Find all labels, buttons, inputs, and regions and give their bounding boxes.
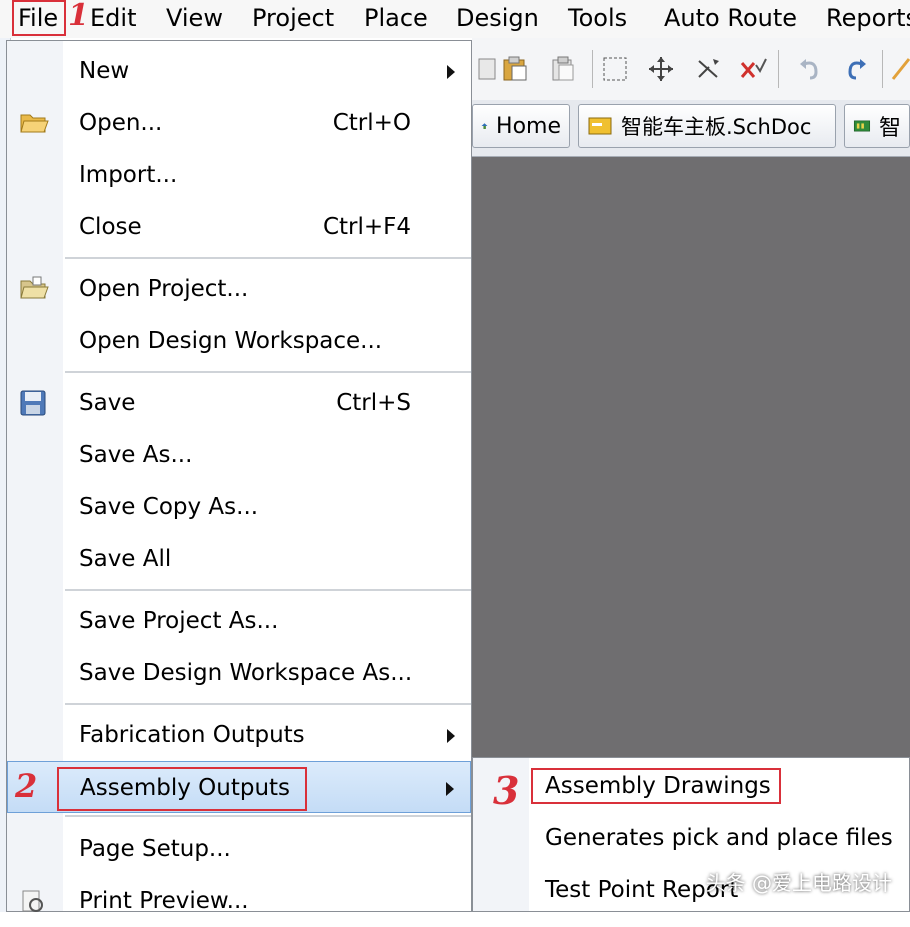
menu-item-label: Generates pick and place files <box>545 825 893 851</box>
cross-probe-icon[interactable] <box>886 54 910 84</box>
tab-schematic[interactable]: 智能车主板.SchDoc <box>578 104 836 148</box>
menu-project[interactable]: Project <box>252 2 334 34</box>
toolbar <box>472 38 910 101</box>
tab-schematic-label: 智能车主板.SchDoc <box>621 115 812 139</box>
menu-item-label: New <box>79 58 130 84</box>
menu-item-print-preview[interactable]: Print Preview... <box>7 875 471 927</box>
menu-view[interactable]: View <box>166 2 223 34</box>
menu-item-label: Save Project As... <box>79 608 279 634</box>
menu-item-open-project[interactable]: Open Project... <box>7 263 471 315</box>
menu-item-label: Open Design Workspace... <box>79 328 383 354</box>
menu-design[interactable]: Design <box>456 2 539 34</box>
menu-item-label: Import... <box>79 162 178 188</box>
submenu-arrow-icon <box>446 782 454 796</box>
open-project-icon <box>19 275 49 303</box>
menu-shortcut: Ctrl+O <box>332 110 411 136</box>
menu-item-save-all[interactable]: Save All <box>7 533 471 585</box>
print-preview-icon <box>19 887 49 915</box>
open-folder-icon <box>19 109 49 137</box>
menu-item-open[interactable]: Open... Ctrl+O <box>7 97 471 149</box>
menu-item-label: Open Project... <box>79 276 249 302</box>
menu-item-label: Save Copy As... <box>79 494 259 520</box>
assembly-outputs-annotation-box <box>57 767 307 811</box>
file-menu: New Open... Ctrl+O Import... Close Ctrl+… <box>6 40 472 914</box>
deselect-icon[interactable] <box>694 54 724 84</box>
menubar: File Edit View Project Place Design Tool… <box>0 0 910 38</box>
menu-reports[interactable]: Reports <box>826 2 910 34</box>
menu-separator <box>65 815 471 817</box>
menu-separator <box>65 257 471 259</box>
schematic-doc-icon <box>588 117 612 135</box>
menu-shortcut: Ctrl+F4 <box>322 214 411 240</box>
menu-item-save-project-as[interactable]: Save Project As... <box>7 595 471 647</box>
document-tabs: Home 智能车主板.SchDoc 智 <box>472 100 910 157</box>
menu-item-page-setup[interactable]: Page Setup... <box>7 823 471 875</box>
menu-item-import[interactable]: Import... <box>7 149 471 201</box>
menu-item-label: Save All <box>79 546 172 572</box>
submenu-arrow-icon <box>447 729 455 743</box>
menu-place[interactable]: Place <box>364 2 428 34</box>
menu-item-save[interactable]: Save Ctrl+S <box>7 377 471 429</box>
redo-icon[interactable] <box>842 54 872 84</box>
menu-item-generates-pick-and-place-files[interactable]: Generates pick and place files <box>473 812 909 864</box>
tab-home-label: Home <box>496 113 561 139</box>
design-workspace <box>472 157 910 757</box>
menu-tools[interactable]: Tools <box>568 2 627 34</box>
copy-icon[interactable] <box>472 54 502 84</box>
tab-pcb-label: 智 <box>878 116 901 141</box>
annotation-step-2: 2 <box>15 767 38 805</box>
menu-separator <box>65 371 471 373</box>
menu-item-save-copy-as[interactable]: Save Copy As... <box>7 481 471 533</box>
paste-icon[interactable] <box>500 54 530 84</box>
clear-filter-icon[interactable] <box>738 54 768 84</box>
pcb-doc-icon <box>853 120 871 132</box>
menu-separator <box>65 703 471 705</box>
menu-separator <box>65 589 471 591</box>
paste-special-icon[interactable] <box>548 54 578 84</box>
select-area-icon[interactable] <box>600 54 630 84</box>
menu-item-label: Close <box>79 214 142 240</box>
menu-item-new[interactable]: New <box>7 45 471 97</box>
menu-auto-route[interactable]: Auto Route <box>664 2 797 34</box>
menu-item-save-as[interactable]: Save As... <box>7 429 471 481</box>
menu-item-label: Save As... <box>79 442 193 468</box>
menu-item-label: Save <box>79 390 136 416</box>
menu-item-label: Page Setup... <box>79 836 231 862</box>
menu-item-label: Fabrication Outputs <box>79 722 305 748</box>
watermark: 头条 @爱上电路设计 <box>705 871 892 895</box>
move-icon[interactable] <box>646 54 676 84</box>
save-disk-icon <box>19 389 49 417</box>
tab-pcb[interactable]: 智 <box>844 104 910 148</box>
submenu-arrow-icon <box>447 65 455 79</box>
undo-icon[interactable] <box>794 54 824 84</box>
annotation-step-1: 1 <box>68 0 89 33</box>
menu-item-label: Save Design Workspace As... <box>79 660 413 686</box>
menu-item-label: Open... <box>79 110 163 136</box>
assembly-drawings-annotation-box <box>531 768 781 804</box>
menu-item-label: Print Preview... <box>79 888 249 914</box>
menu-item-open-design-workspace[interactable]: Open Design Workspace... <box>7 315 471 367</box>
menu-item-close[interactable]: Close Ctrl+F4 <box>7 201 471 253</box>
file-annotation-box <box>12 0 66 36</box>
menu-item-save-design-workspace-as[interactable]: Save Design Workspace As... <box>7 647 471 699</box>
menu-item-fabrication-outputs[interactable]: Fabrication Outputs <box>7 709 471 761</box>
tab-home[interactable]: Home <box>472 104 570 148</box>
home-icon <box>481 123 488 129</box>
menu-shortcut: Ctrl+S <box>336 390 411 416</box>
menu-edit[interactable]: Edit <box>90 2 136 34</box>
